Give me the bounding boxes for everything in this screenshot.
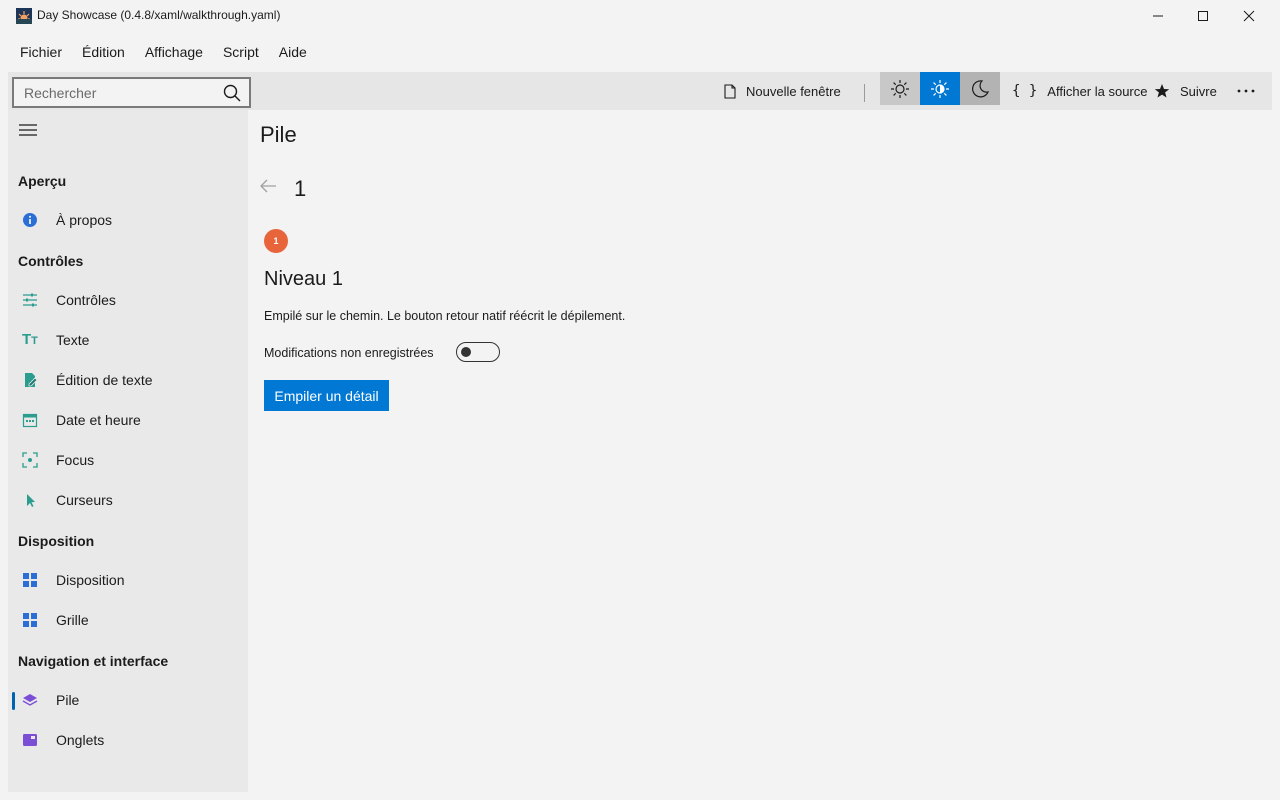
breadcrumb: 1 [294,176,307,201]
sidebar-item-disposition[interactable]: Disposition [8,562,248,598]
sidebar-item-label: Pile [56,692,80,708]
sidebar-item-label: Édition de texte [56,372,153,388]
sidebar-item-focus[interactable]: Focus [8,442,248,478]
window-title: Day Showcase (0.4.8/xaml/walkthrough.yam… [37,8,281,22]
sidebar-item-label: Onglets [56,732,105,748]
search-box [12,77,251,108]
sidebar-item-label: À propos [56,212,113,228]
document-icon [724,83,736,99]
push-detail-button[interactable]: Empiler un détail [264,380,389,411]
level-description: Empilé sur le chemin. Le bouton retour n… [264,309,626,323]
sidebar-item-date-et-heure[interactable]: Date et heure [8,402,248,438]
sidebar: Aperçu À propos Contrôles Contrôles TT T… [8,110,248,792]
theme-light-button[interactable] [880,72,920,105]
level-title: Niveau 1 [264,268,343,290]
menu-fichier[interactable]: Fichier [10,36,72,68]
section-header-controles: Contrôles [18,253,84,269]
close-icon [1243,10,1255,22]
new-window-button[interactable]: Nouvelle fenêtre [724,72,841,110]
maximize-button[interactable] [1180,0,1226,32]
sidebar-item-onglets[interactable]: Onglets [8,722,248,758]
unsaved-changes-toggle[interactable] [456,342,500,362]
main-content: Pile 1 1 Niveau 1 Empilé sur le chemin. … [248,110,1272,792]
text-icon: TT [22,331,38,348]
layout-icon [23,573,37,587]
calendar-icon [22,413,38,428]
braces-icon: { } [1012,83,1038,99]
app-logo-icon [16,8,32,24]
cursor-icon [27,494,35,507]
moon-icon [972,79,990,97]
back-arrow-icon[interactable] [258,176,278,196]
menu-bar: Fichier Édition Affichage Script Aide [0,32,1280,72]
search-input[interactable] [14,79,214,106]
theme-auto-button[interactable] [920,72,960,105]
sidebar-item-curseurs[interactable]: Curseurs [8,482,248,518]
unsaved-changes-label: Modifications non enregistrées [264,346,434,360]
menu-affichage[interactable]: Affichage [135,36,213,68]
info-icon [23,213,37,227]
toolbar: Nouvelle fenêtre { } Afficher la source … [8,72,1272,110]
sidebar-item-label: Disposition [56,572,125,588]
sidebar-item-grille[interactable]: Grille [8,602,248,638]
grid-icon [23,613,37,627]
sliders-icon [23,293,37,307]
close-button[interactable] [1226,0,1272,32]
sidebar-item-label: Contrôles [56,292,116,308]
sun-icon [891,79,909,98]
brightness-icon [931,79,949,98]
section-header-apercu: Aperçu [18,173,67,189]
minimize-button[interactable] [1135,0,1181,32]
toggle-knob [461,347,471,357]
more-options-button[interactable] [1236,72,1256,110]
section-header-navigation: Navigation et interface [18,653,169,669]
edit-icon [25,373,38,387]
search-icon[interactable] [223,84,241,102]
stack-icon [22,694,38,706]
section-header-disposition: Disposition [18,533,95,549]
sidebar-item-label: Grille [56,612,89,628]
sidebar-item-texte[interactable]: TT Texte [8,322,248,358]
hamburger-menu-icon[interactable] [18,122,38,138]
view-source-label: Afficher la source [1047,83,1148,99]
more-icon [1237,89,1255,93]
sidebar-item-label: Date et heure [56,412,141,428]
focus-icon [22,452,38,468]
sidebar-item-pile[interactable]: Pile [8,682,248,718]
selection-indicator [12,692,15,710]
page-title: Pile [260,122,297,147]
title-bar: Day Showcase (0.4.8/xaml/walkthrough.yam… [0,0,1280,32]
tabs-icon [23,734,37,746]
minimize-icon [1153,15,1163,17]
menu-edition[interactable]: Édition [72,36,135,68]
sidebar-item-controles[interactable]: Contrôles [8,282,248,318]
sidebar-item-edition-de-texte[interactable]: Édition de texte [8,362,248,398]
maximize-icon [1198,11,1208,21]
toolbar-separator [864,84,865,102]
sidebar-item-label: Focus [56,452,95,468]
follow-label: Suivre [1180,83,1217,99]
follow-button[interactable]: Suivre [1154,72,1217,110]
menu-script[interactable]: Script [213,36,269,68]
level-badge: 1 [264,229,288,253]
view-source-button[interactable]: { } Afficher la source [1012,72,1148,110]
sidebar-item-a-propos[interactable]: À propos [8,202,248,238]
new-window-label: Nouvelle fenêtre [746,83,841,99]
sidebar-item-label: Texte [56,332,90,348]
sidebar-item-label: Curseurs [56,492,113,508]
star-icon [1154,84,1170,98]
menu-aide[interactable]: Aide [269,36,317,68]
theme-dark-button[interactable] [960,72,1000,105]
